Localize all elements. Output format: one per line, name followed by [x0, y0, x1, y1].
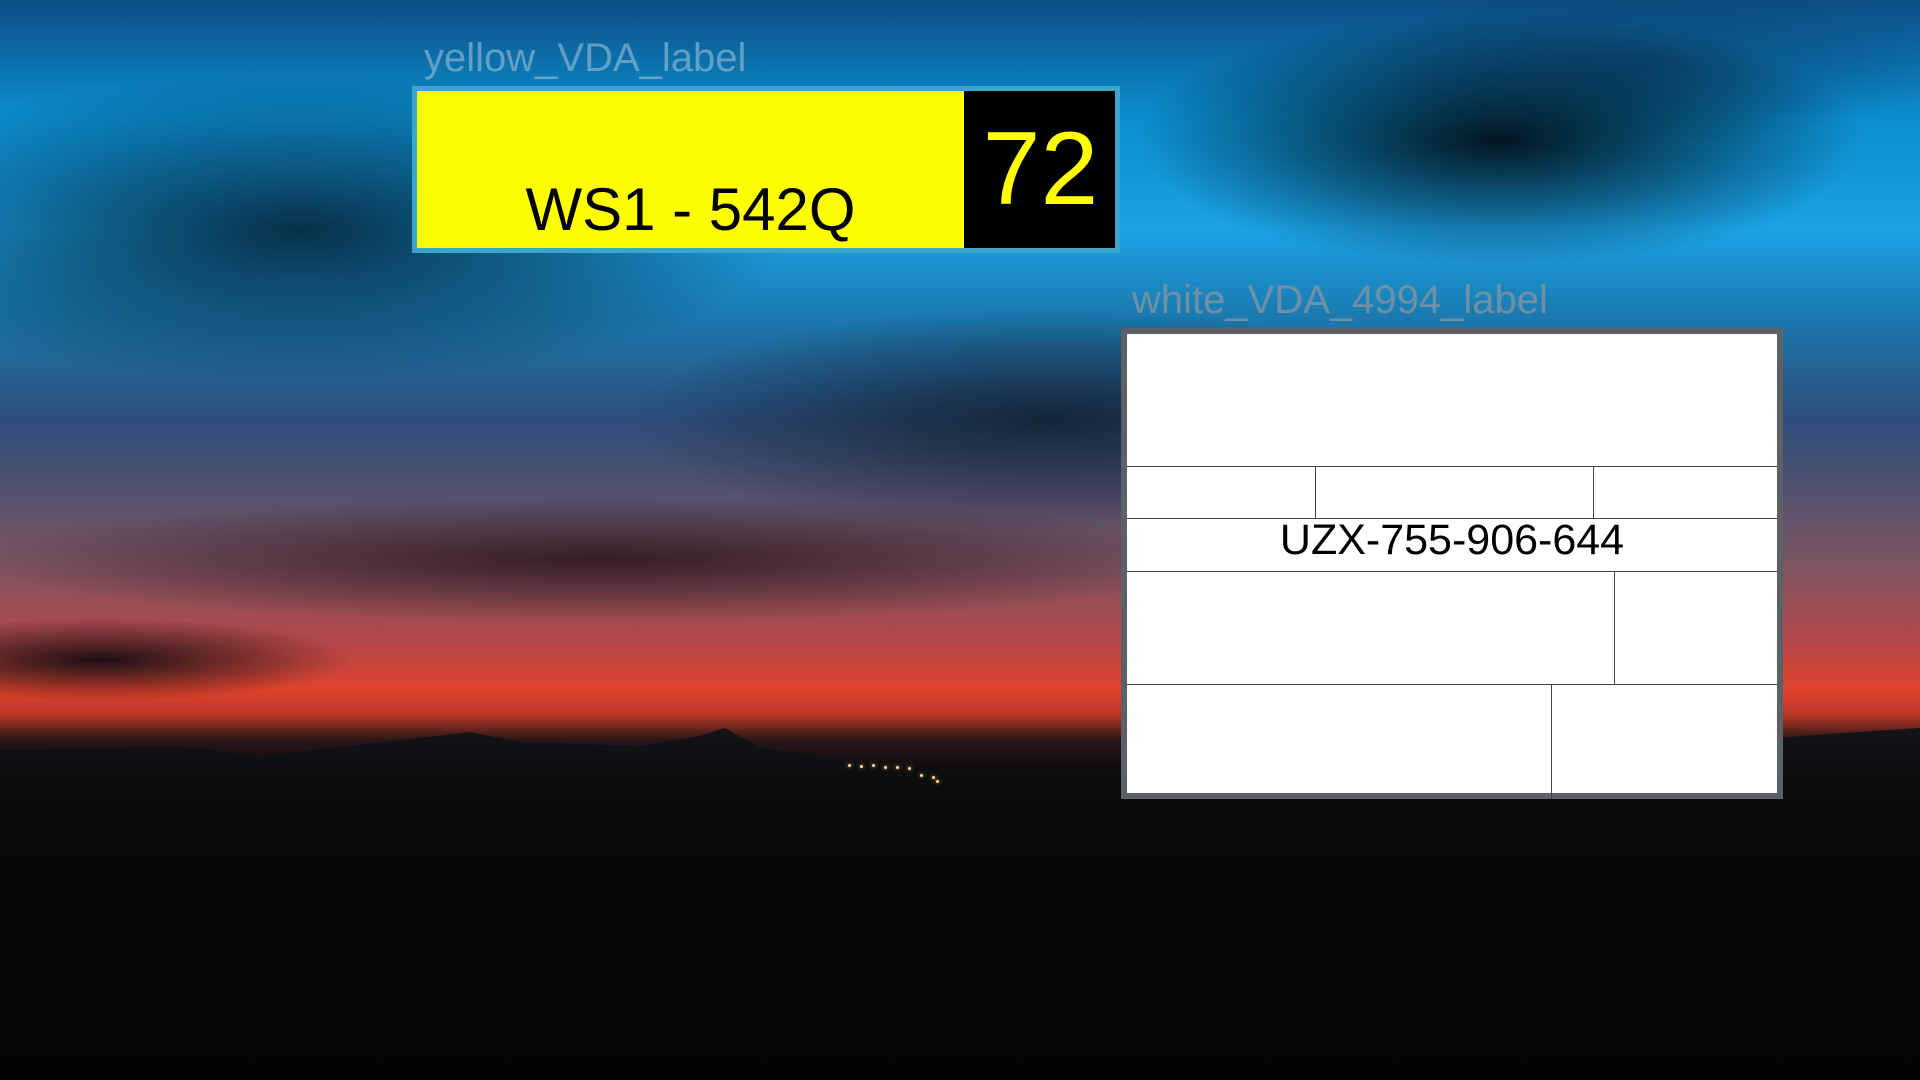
yellow-vda-label[interactable]: WS1 - 542Q 72	[412, 86, 1120, 253]
white-label-caption: white_VDA_4994_label	[1132, 278, 1548, 322]
grid-line	[1127, 684, 1777, 685]
yellow-label-number: 72	[966, 91, 1115, 248]
grid-line	[1614, 571, 1615, 685]
scene: yellow_VDA_label WS1 - 542Q 72 white_VDA…	[0, 0, 1920, 1080]
yellow-label-caption: yellow_VDA_label	[424, 36, 747, 80]
grid-line	[1315, 466, 1316, 519]
grid-line	[1551, 684, 1552, 799]
grid-line	[1127, 571, 1777, 572]
white-label-code: UZX-755-906-644	[1279, 516, 1625, 564]
distant-lights	[848, 764, 978, 784]
white-vda-4994-label[interactable]: UZX-755-906-644	[1121, 328, 1783, 799]
grid-line	[1127, 466, 1777, 467]
yellow-label-code-panel: WS1 - 542Q	[417, 91, 966, 248]
yellow-label-code: WS1 - 542Q	[525, 176, 856, 243]
grid-line	[1593, 466, 1594, 519]
